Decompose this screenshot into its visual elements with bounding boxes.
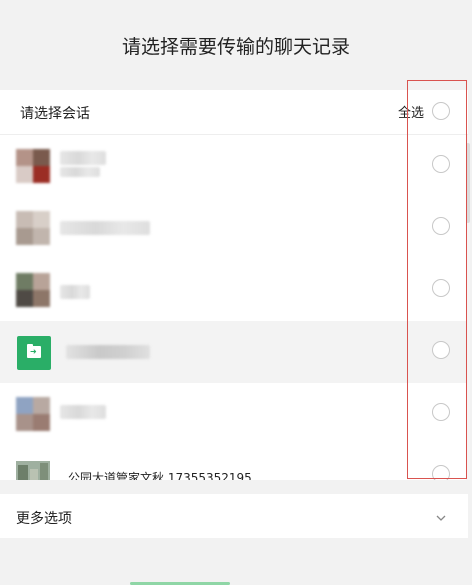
select-header: 请选择会话 全选 xyxy=(0,90,468,135)
avatar xyxy=(16,211,50,245)
conversation-name-blurred xyxy=(60,405,106,419)
conversation-row[interactable] xyxy=(0,135,468,197)
conversation-name-blurred xyxy=(60,151,106,165)
conversation-row[interactable] xyxy=(0,259,468,321)
conversation-row[interactable]: 公园大道管家文秋 17355352195 xyxy=(0,445,468,480)
conversation-radio[interactable] xyxy=(432,465,450,480)
conversation-row[interactable] xyxy=(0,197,468,259)
conversation-row[interactable] xyxy=(0,383,468,445)
conversation-radio[interactable] xyxy=(432,217,450,235)
conversation-row-file-transfer[interactable]: ➜ xyxy=(0,321,468,383)
scrollbar-thumb[interactable] xyxy=(466,143,470,223)
dialog-title-text: 请选择需要传输的聊天记录 xyxy=(121,35,350,58)
conversation-radio[interactable] xyxy=(432,155,450,173)
list-scrollbar[interactable] xyxy=(466,135,470,480)
conversation-name-blurred xyxy=(66,345,150,359)
more-options-label: 更多选项 xyxy=(16,511,72,527)
conversation-list[interactable]: ➜ 公园大道管家文秋 17355352195 xyxy=(0,135,468,480)
dialog-title: 请选择需要传输的聊天记录 xyxy=(0,0,472,90)
more-options-row[interactable]: 更多选项 xyxy=(0,494,468,538)
avatar xyxy=(16,149,50,183)
select-all-label[interactable]: 全选 xyxy=(398,102,424,121)
file-transfer-icon: ➜ xyxy=(17,336,51,370)
conversation-name-blurred xyxy=(60,285,90,299)
photo-avatar xyxy=(16,461,50,480)
conversation-name: 公园大道管家文秋 17355352195 xyxy=(68,471,252,480)
select-header-label: 请选择会话 xyxy=(20,106,90,122)
select-all-radio[interactable] xyxy=(432,102,450,120)
conversation-name-blurred xyxy=(60,221,150,235)
avatar xyxy=(16,273,50,307)
conversation-radio[interactable] xyxy=(432,279,450,297)
avatar xyxy=(16,397,50,431)
conversation-radio[interactable] xyxy=(432,403,450,421)
conversation-name-blurred xyxy=(60,167,100,177)
chevron-down-icon[interactable] xyxy=(436,508,446,521)
conversation-radio[interactable] xyxy=(432,341,450,359)
